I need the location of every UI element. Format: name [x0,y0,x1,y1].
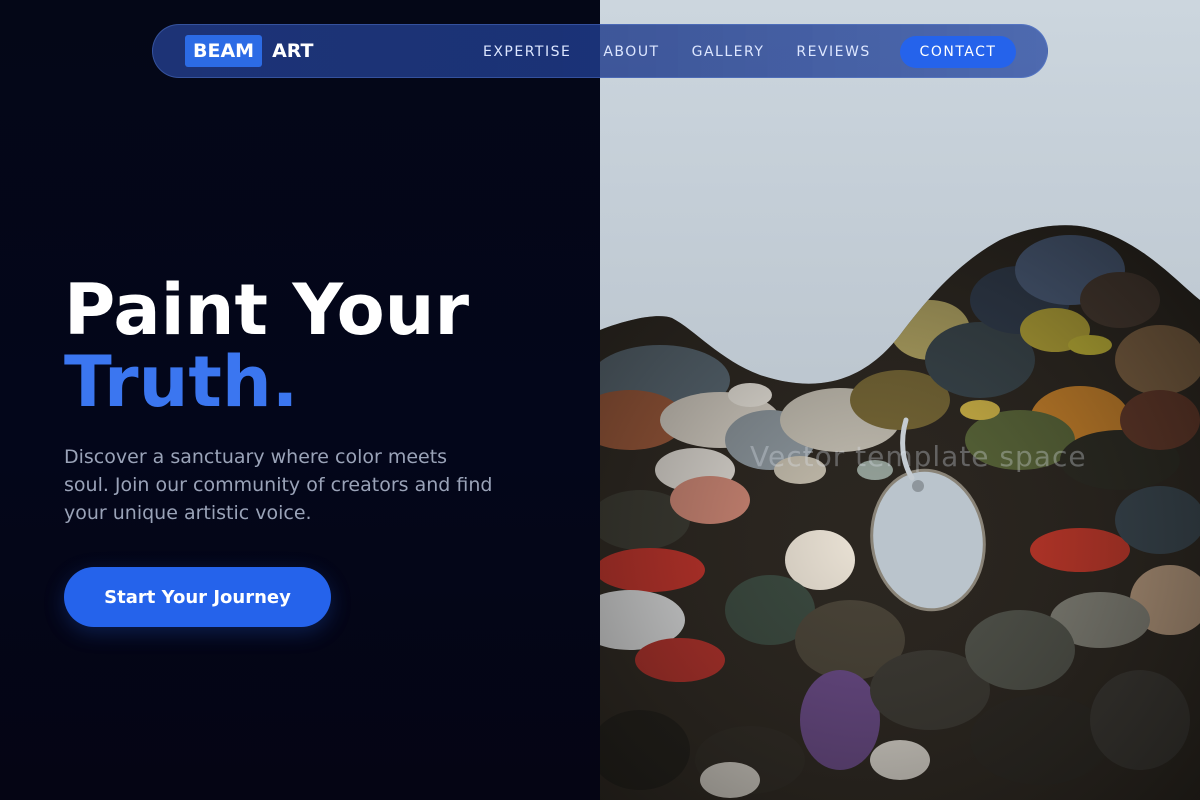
hero-description: Discover a sanctuary where color meets s… [64,446,493,524]
nav-link-gallery[interactable]: GALLERY [692,44,765,60]
hero-title: Paint Your Truth. [64,274,469,418]
top-navbar: BEAM ART EXPERTISE ABOUT GALLERY REVIEWS… [152,24,1048,78]
hero-title-line-2: Truth. [64,341,299,423]
paint-palette-illustration [600,225,1200,800]
nav-link-about[interactable]: ABOUT [603,44,659,60]
landing-page: Vector template space BEAM ART EXPERTISE… [0,0,1200,800]
start-journey-button[interactable]: Start Your Journey [64,567,331,627]
hero-title-line-1: Paint Your [64,269,470,351]
brand-logo[interactable]: BEAM ART [185,35,314,67]
image-overlay-text: Vector template space [750,440,1087,473]
logo-box: BEAM [185,35,263,67]
logo-text: ART [272,40,314,62]
nav-links: EXPERTISE ABOUT GALLERY REVIEWS [483,25,903,79]
nav-link-reviews[interactable]: REVIEWS [796,44,870,60]
contact-button[interactable]: CONTACT [900,36,1016,68]
hero-image: Vector template space [600,0,1200,800]
nav-link-expertise[interactable]: EXPERTISE [483,44,571,60]
